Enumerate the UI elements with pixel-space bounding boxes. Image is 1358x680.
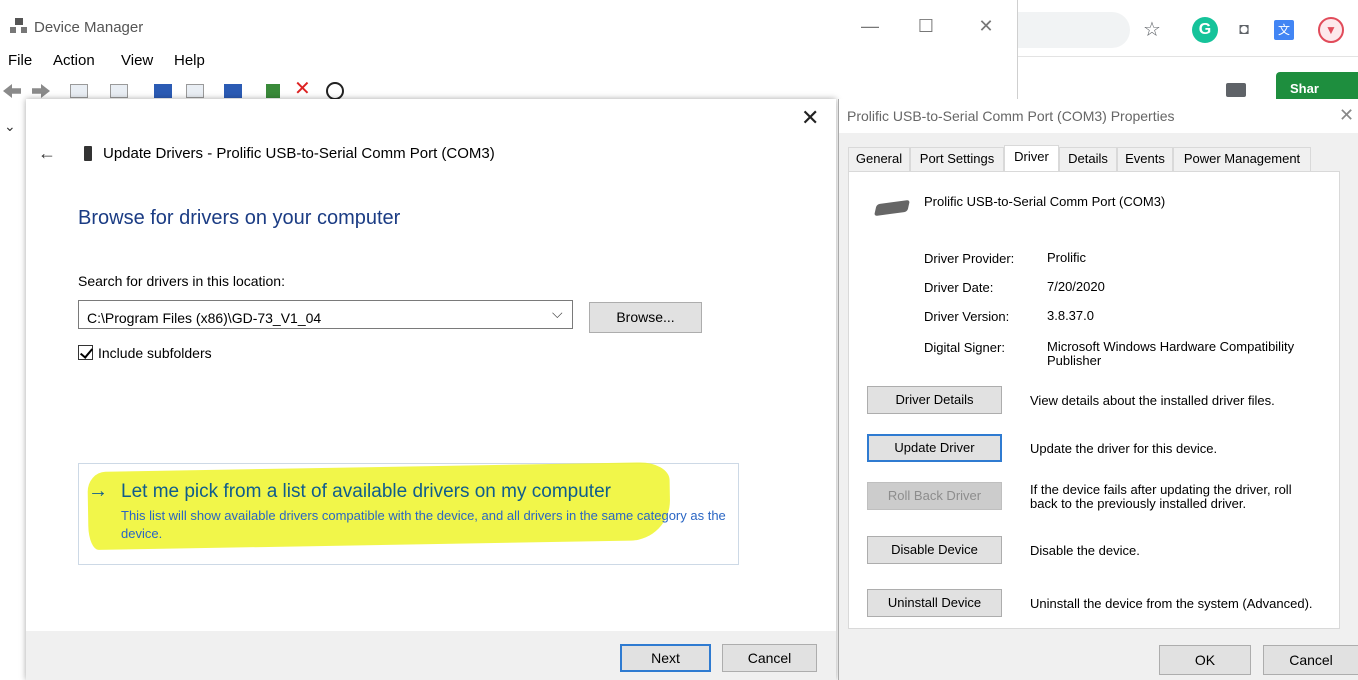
help-icon[interactable] — [154, 84, 172, 98]
roll-back-driver-description: If the device fails after updating the d… — [1030, 482, 1292, 511]
properties-titlebar: Prolific USB-to-Serial Comm Port (COM3) … — [839, 99, 1358, 133]
browser-address-bar[interactable] — [1018, 12, 1130, 48]
wizard-cancel-button[interactable]: Cancel — [722, 644, 817, 672]
wizard-heading: Browse for drivers on your computer — [78, 207, 401, 229]
menu-view[interactable]: View — [121, 52, 153, 69]
include-subfolders-checkbox[interactable] — [78, 345, 93, 360]
translate-extension-icon[interactable]: 文 — [1274, 20, 1294, 40]
tree-expand-chevron-icon[interactable]: ⌄ — [4, 118, 16, 135]
next-button[interactable]: Next — [620, 644, 711, 672]
pick-driver-link[interactable]: Let me pick from a list of available dri… — [121, 481, 611, 503]
wizard-back-icon[interactable]: ← — [38, 143, 56, 164]
wizard-title: Update Drivers - Prolific USB-to-Serial … — [103, 145, 495, 162]
properties-icon[interactable] — [70, 84, 88, 98]
usb-device-icon — [84, 146, 92, 161]
driver-details-button[interactable]: Driver Details — [867, 386, 1002, 414]
pocket-extension-icon[interactable]: ▼ — [1318, 17, 1344, 43]
camera-extension-icon[interactable]: ◘ — [1232, 18, 1256, 42]
document-icon[interactable] — [1226, 83, 1246, 97]
update-driver-icon[interactable] — [266, 84, 280, 98]
digital-signer-label: Digital Signer: — [924, 340, 1005, 355]
tab-details[interactable]: Details — [1059, 147, 1117, 171]
bookmark-star-icon[interactable]: ☆ — [1140, 18, 1164, 42]
driver-tab-panel: Prolific USB-to-Serial Comm Port (COM3) … — [848, 171, 1340, 629]
tab-driver[interactable]: Driver — [1004, 145, 1059, 172]
chevron-down-icon[interactable]: ⌵ — [552, 305, 563, 322]
tab-general[interactable]: General — [848, 147, 910, 171]
update-driver-description: Update the driver for this device. — [1030, 441, 1218, 456]
maximize-button[interactable]: ☐ — [914, 14, 938, 38]
device-name: Prolific USB-to-Serial Comm Port (COM3) — [924, 194, 1166, 209]
digital-signer-value: Microsoft Windows Hardware Compatibility… — [1047, 339, 1295, 368]
tab-power-management[interactable]: Power Management — [1173, 147, 1311, 171]
menu-file[interactable]: File — [8, 52, 32, 69]
driver-date-value: 7/20/2020 — [1047, 279, 1105, 294]
ok-button[interactable]: OK — [1159, 645, 1251, 675]
properties-title: Prolific USB-to-Serial Comm Port (COM3) … — [847, 108, 1175, 124]
wizard-footer — [26, 631, 836, 680]
driver-details-description: View details about the installed driver … — [1030, 393, 1275, 408]
menu-action[interactable]: Action — [53, 52, 95, 69]
device-manager-window: Device Manager — ☐ ✕ File Action View He… — [0, 0, 1018, 100]
include-subfolders-label: Include subfolders — [98, 345, 212, 361]
tab-port-settings[interactable]: Port Settings — [910, 147, 1004, 171]
driver-path-input[interactable] — [78, 300, 573, 329]
browse-button[interactable]: Browse... — [589, 302, 702, 333]
device-manager-app-icon — [10, 18, 28, 34]
driver-date-label: Driver Date: — [924, 280, 994, 295]
roll-back-driver-button[interactable]: Roll Back Driver — [867, 482, 1002, 510]
device-manager-title: Device Manager — [34, 19, 144, 36]
uninstall-device-button[interactable]: Uninstall Device — [867, 589, 1002, 617]
scan-hardware-icon[interactable] — [224, 84, 242, 98]
wizard-close-icon[interactable]: ✕ — [801, 105, 819, 131]
search-location-label: Search for drivers in this location: — [78, 273, 285, 289]
disable-device-description: Disable the device. — [1030, 543, 1140, 558]
grammarly-extension-icon[interactable]: G — [1192, 17, 1218, 43]
device-manager-toolbar: ✕ — [0, 80, 1018, 100]
properties-close-icon[interactable]: ✕ — [1339, 105, 1354, 126]
uninstall-device-description: Uninstall the device from the system (Ad… — [1030, 596, 1313, 611]
update-driver-button[interactable]: Update Driver — [867, 434, 1002, 462]
menu-help[interactable]: Help — [174, 52, 205, 69]
close-window-button[interactable]: ✕ — [974, 14, 998, 38]
view-icon[interactable] — [110, 84, 128, 98]
driver-version-value: 3.8.37.0 — [1047, 308, 1094, 323]
pick-driver-description: This list will show available drivers co… — [121, 508, 726, 541]
forward-arrow-icon[interactable] — [32, 84, 50, 98]
back-arrow-icon[interactable] — [3, 84, 21, 98]
tab-events[interactable]: Events — [1117, 147, 1173, 171]
download-icon[interactable] — [326, 82, 344, 100]
driver-provider-value: Prolific — [1047, 250, 1087, 265]
arrow-right-icon: → — [88, 480, 108, 502]
share-button-label: Shar — [1290, 81, 1319, 96]
device-properties-dialog: Prolific USB-to-Serial Comm Port (COM3) … — [838, 99, 1358, 680]
disable-device-button[interactable]: Disable Device — [867, 536, 1002, 564]
usb-cable-icon — [874, 199, 910, 217]
update-drivers-wizard: ✕ ← Update Drivers - Prolific USB-to-Ser… — [26, 99, 836, 680]
properties-cancel-button[interactable]: Cancel — [1263, 645, 1358, 675]
minimize-button[interactable]: — — [858, 14, 882, 38]
uninstall-icon[interactable]: ✕ — [294, 80, 311, 99]
driver-provider-label: Driver Provider: — [924, 251, 1015, 266]
driver-version-label: Driver Version: — [924, 309, 1010, 324]
share-button[interactable]: Shar — [1276, 72, 1358, 100]
device-manager-titlebar: Device Manager — ☐ ✕ — [0, 0, 1018, 50]
show-hidden-icon[interactable] — [186, 84, 204, 98]
browser-divider — [1018, 56, 1358, 57]
